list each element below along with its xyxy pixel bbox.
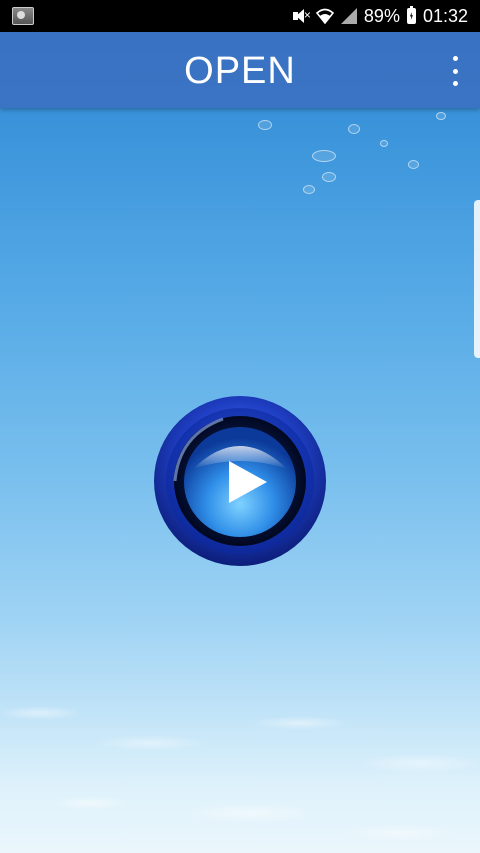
bubble: [312, 150, 336, 162]
app-bar: OPEN: [0, 32, 480, 108]
bubble: [322, 172, 336, 182]
notification-image-icon: [12, 7, 34, 25]
water-ripples: [0, 653, 480, 853]
battery-percentage: 89%: [363, 5, 400, 26]
bubble: [258, 120, 272, 130]
status-bar: × 89% 01:32: [0, 0, 480, 32]
status-left: [12, 7, 34, 25]
edge-panel-handle[interactable]: [474, 200, 480, 358]
wifi-icon: [315, 8, 335, 25]
bubble: [380, 140, 388, 147]
overflow-menu-icon[interactable]: [448, 56, 462, 86]
clock: 01:32: [422, 5, 468, 26]
bubble: [436, 112, 446, 120]
app-screen: × 89% 01:32 OPEN: [0, 0, 480, 853]
bubble: [408, 160, 419, 169]
app-title: OPEN: [184, 50, 296, 92]
mute-icon: ×: [292, 8, 311, 24]
battery-charging-icon: [406, 6, 416, 24]
bubble: [348, 124, 360, 134]
play-button[interactable]: [153, 395, 327, 567]
status-right: × 89% 01:32: [292, 5, 468, 27]
bubble: [303, 185, 315, 194]
signal-icon: [340, 8, 357, 24]
